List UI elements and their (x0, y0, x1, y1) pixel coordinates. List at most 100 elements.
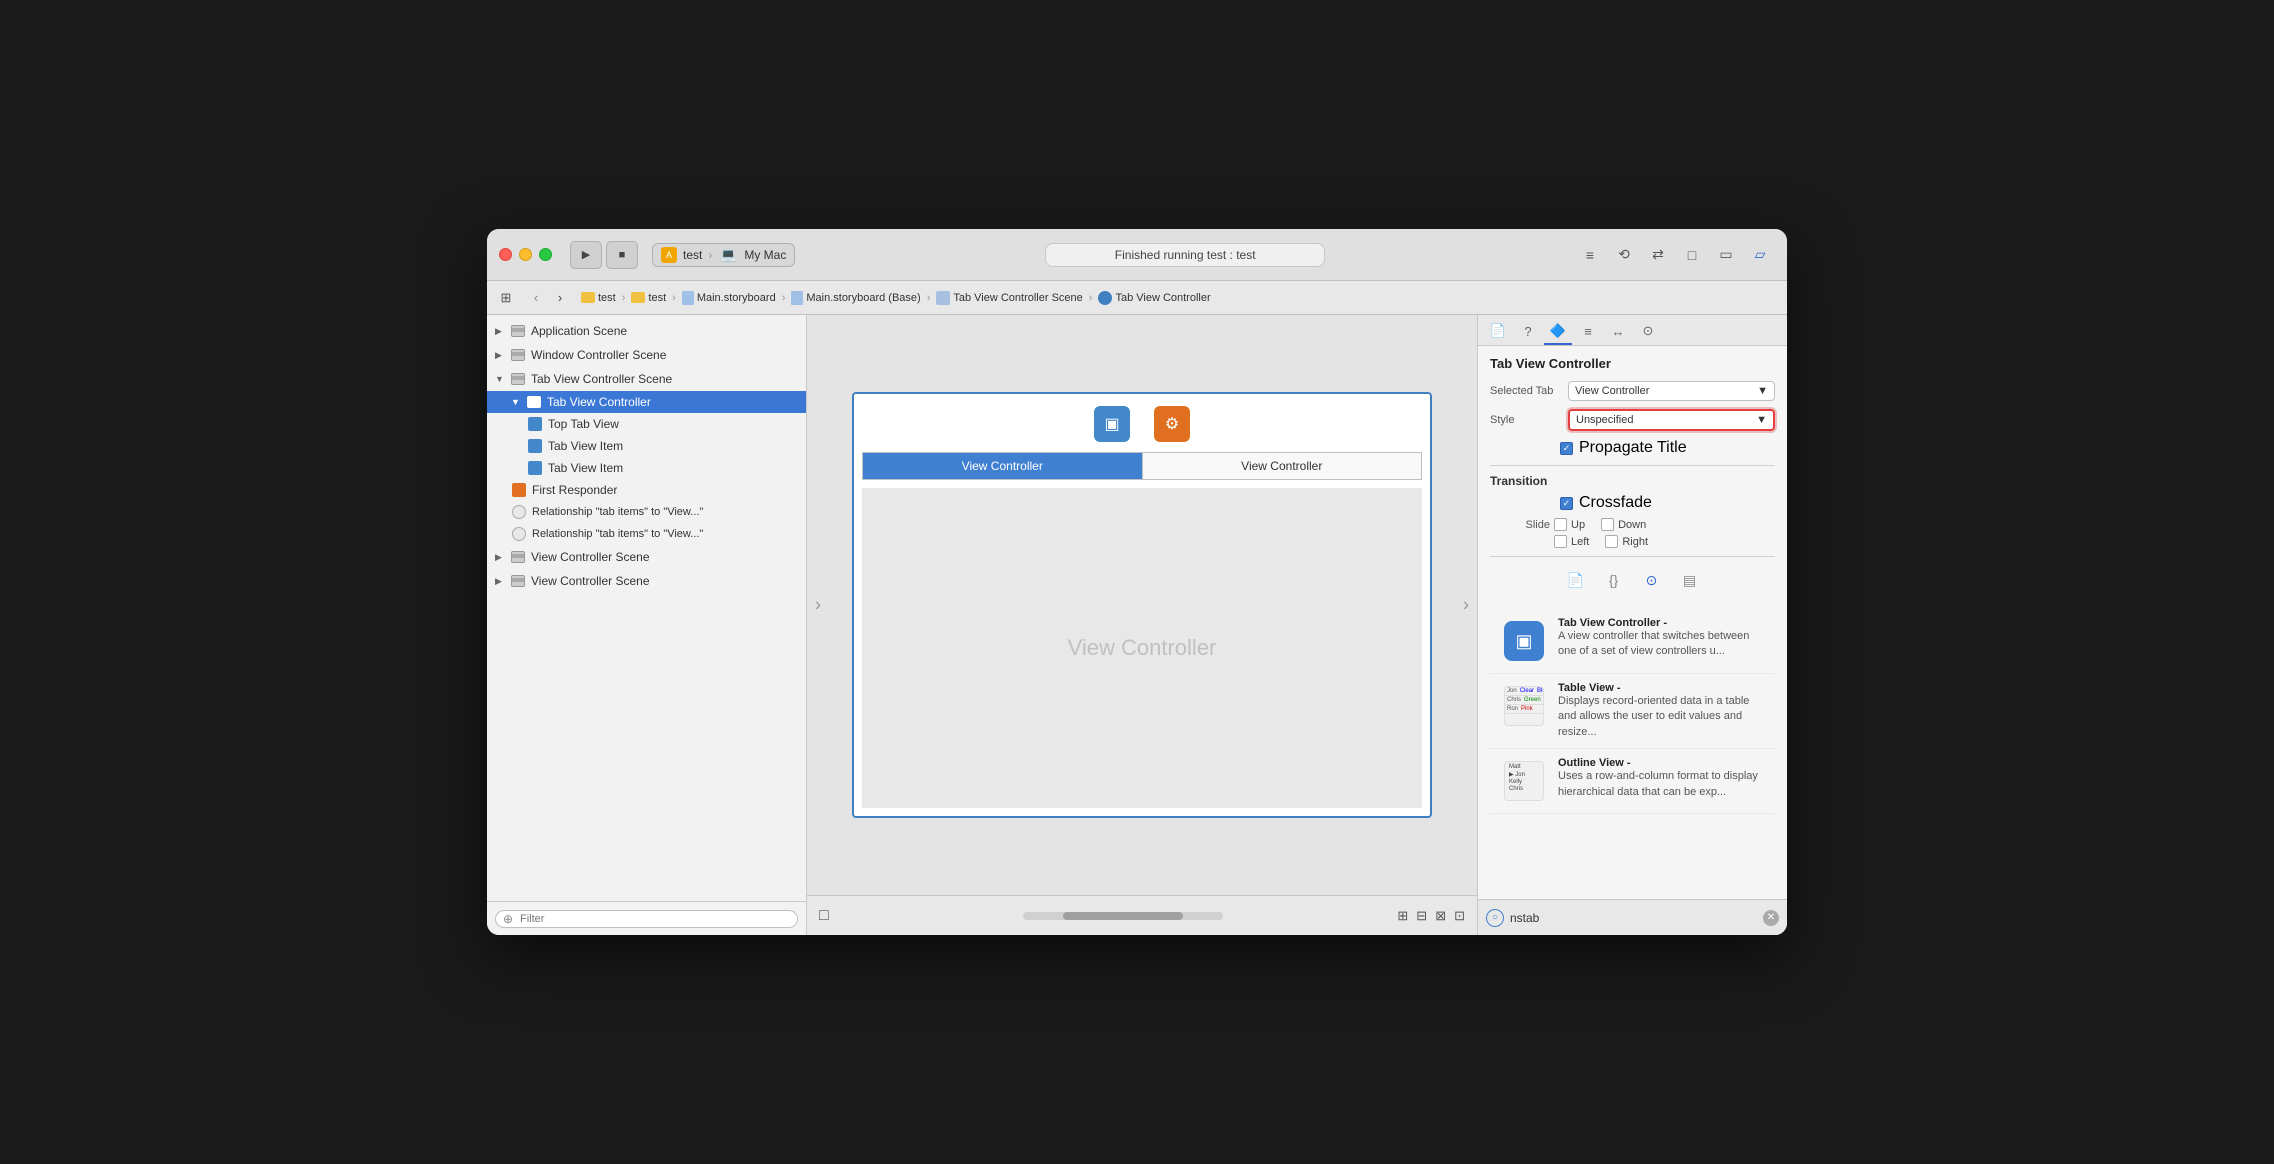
first-responder-scene-icon[interactable]: ⚙ (1152, 404, 1192, 444)
fit-screen-icon[interactable]: ⊞ (1397, 908, 1408, 924)
sidebar-item-window-controller-scene[interactable]: Window Controller Scene (487, 343, 806, 367)
left-checkbox[interactable] (1554, 535, 1567, 548)
breadcrumb-back-button[interactable]: ‹ (525, 288, 547, 308)
tab-inactive[interactable]: View Controller (1143, 453, 1422, 479)
down-checkbox[interactable] (1601, 518, 1614, 531)
stop-button[interactable]: ■ (606, 241, 638, 269)
sidebar-item-view-controller-scene-1[interactable]: View Controller Scene (487, 545, 806, 569)
lib-tabvc-visual: ▣ (1504, 621, 1544, 661)
constraints-icon[interactable]: ⊡ (1454, 908, 1465, 924)
canvas-toggle-button[interactable]: □ (819, 907, 849, 925)
filter-input[interactable] (495, 910, 798, 928)
lib-item-table-view[interactable]: Jon Clear Blue Chris Green Ron (1490, 674, 1775, 749)
right-checkbox[interactable] (1605, 535, 1618, 548)
selected-tab-select[interactable]: View Controller ▼ (1568, 381, 1775, 401)
selected-tab-label: Selected Tab (1490, 385, 1560, 397)
window-icon-vc2 (510, 573, 526, 589)
lib-tab-media[interactable]: ▤ (1677, 567, 1703, 593)
canvas-arrow-left[interactable]: › (815, 595, 821, 616)
breadcrumb-item-test-folder[interactable]: test (581, 292, 616, 304)
sidebar-item-tab-view-item-1[interactable]: Tab View Item (487, 435, 806, 457)
lib-tab-code[interactable]: {} (1601, 567, 1627, 593)
run-button[interactable]: ▶ (570, 241, 602, 269)
lib-outline-desc: Uses a row-and-column format to display … (1558, 769, 1765, 800)
layout-icon[interactable]: ⊠ (1435, 908, 1446, 924)
breadcrumb-item-tabvc[interactable]: Tab View Controller (1098, 291, 1210, 305)
scene-content[interactable]: View Controller (862, 488, 1422, 808)
sidebar-item-tab-view-item-2[interactable]: Tab View Item (487, 457, 806, 479)
canvas-arrow-right[interactable]: › (1463, 595, 1469, 616)
inspector-button[interactable]: ▱ (1745, 242, 1775, 268)
library-search-input[interactable]: nstab (1510, 911, 1757, 925)
sidebar-item-top-tab-view[interactable]: Top Tab View (487, 413, 806, 435)
sidebar-label-application-scene: Application Scene (531, 324, 627, 338)
up-checkbox[interactable] (1554, 518, 1567, 531)
lib-table-text: Table View - Displays record-oriented da… (1558, 682, 1765, 740)
back-forward-button[interactable]: ⇄ (1643, 242, 1673, 268)
lib-table-desc: Displays record-oriented data in a table… (1558, 694, 1765, 740)
align-icon[interactable]: ⊟ (1416, 908, 1427, 924)
sidebar-item-tab-view-controller-scene[interactable]: Tab View Controller Scene (487, 367, 806, 391)
zoom-button[interactable] (539, 248, 552, 261)
sidebar-item-relationship-2[interactable]: Relationship "tab items" to "View..." (487, 523, 806, 545)
window-icon-tabvc-scene (510, 371, 526, 387)
scheme-selector[interactable]: A test › 💻 My Mac (652, 243, 795, 267)
sidebar-item-application-scene[interactable]: Application Scene (487, 319, 806, 343)
storyboard-base-icon (791, 291, 803, 305)
breadcrumb-forward-button[interactable]: › (549, 288, 571, 308)
close-button[interactable] (499, 248, 512, 261)
canvas-bottom-bar: □ ⊞ ⊟ ⊠ ⊡ (807, 895, 1477, 935)
crossfade-row: ✓ Crossfade (1490, 494, 1775, 512)
crossfade-checkbox[interactable]: ✓ (1560, 497, 1573, 510)
lib-tab-vc-icon: ▣ (1500, 617, 1548, 665)
inspector-tab-identity[interactable]: 🔷 (1544, 319, 1572, 345)
inspector-tab-connections[interactable]: ⊙ (1634, 319, 1662, 345)
inspector-tab-file[interactable]: 📄 (1484, 319, 1512, 345)
lib-table-title: Table View - (1558, 682, 1765, 694)
navigator-grid-icon[interactable]: ⊞ (495, 287, 517, 309)
inspector-tab-help[interactable]: ? (1514, 319, 1542, 345)
inspector-tab-size[interactable]: ↔ (1604, 319, 1632, 345)
breadcrumb-item-tabvc-scene[interactable]: Tab View Controller Scene (936, 291, 1082, 305)
lib-item-tab-view-controller[interactable]: ▣ Tab View Controller - A view controlle… (1490, 609, 1775, 674)
debug-button[interactable]: ▭ (1711, 242, 1741, 268)
status-message: Finished running test : test (1045, 243, 1325, 267)
sidebar-item-first-responder[interactable]: First Responder (487, 479, 806, 501)
canvas-scrollbar[interactable] (849, 912, 1397, 920)
lib-tab-file[interactable]: 📄 (1563, 567, 1589, 593)
propagate-title-checkbox[interactable]: ✓ (1560, 442, 1573, 455)
sidebar-label-tab-view-controller-scene: Tab View Controller Scene (531, 372, 672, 386)
breadcrumb-separator-2: › (672, 292, 676, 304)
breadcrumb-item-test[interactable]: test (631, 292, 666, 304)
blue-cube-icon-1 (527, 416, 543, 432)
filter-icon: ⊕ (503, 912, 513, 926)
titlebar-right-controls: ≡ ⟲ ⇄ □ ▭ ▱ (1575, 242, 1775, 268)
breadcrumb-nav: ‹ › (525, 288, 571, 308)
tab-active[interactable]: View Controller (863, 453, 1143, 479)
inspector-tab-attributes[interactable]: ≡ (1574, 319, 1602, 345)
breadcrumb-separator-5: › (1089, 292, 1093, 304)
lib-item-outline-view[interactable]: Matt ▶ Jon Kelly Chris Outline View - (1490, 749, 1775, 814)
breadcrumb-item-mainstoryboard-base[interactable]: Main.storyboard (Base) (791, 291, 920, 305)
library-search-clear-button[interactable]: ✕ (1763, 910, 1779, 926)
canvas-scroll[interactable]: › ▣ ⚙ View Controller View Controller (807, 315, 1477, 895)
vc-icon (1098, 291, 1112, 305)
sidebar-item-relationship-1[interactable]: Relationship "tab items" to "View..." (487, 501, 806, 523)
lib-tab-object[interactable]: ⊙ (1639, 567, 1665, 593)
style-select[interactable]: Unspecified ▼ (1568, 409, 1775, 431)
breadcrumb-label-test: test (648, 292, 666, 304)
navigator-button[interactable]: □ (1677, 242, 1707, 268)
h2: Clear (1520, 688, 1534, 694)
editor-standard-button[interactable]: ≡ (1575, 242, 1605, 268)
tab-view-controller-scene-icon[interactable]: ▣ (1092, 404, 1132, 444)
sidebar-item-view-controller-scene-2[interactable]: View Controller Scene (487, 569, 806, 593)
minimize-button[interactable] (519, 248, 532, 261)
r1: Ron (1507, 706, 1518, 712)
library-section: ▣ Tab View Controller - A view controlle… (1490, 601, 1775, 822)
triangle-window-controller (495, 350, 505, 361)
sidebar-item-tab-view-controller[interactable]: Tab View Controller (487, 391, 806, 413)
lib-outline-text: Outline View - Uses a row-and-column for… (1558, 757, 1765, 800)
breadcrumb-item-mainstoryboard[interactable]: Main.storyboard (682, 291, 776, 305)
slide-label: Slide (1490, 519, 1550, 531)
rotate-button[interactable]: ⟲ (1609, 242, 1639, 268)
